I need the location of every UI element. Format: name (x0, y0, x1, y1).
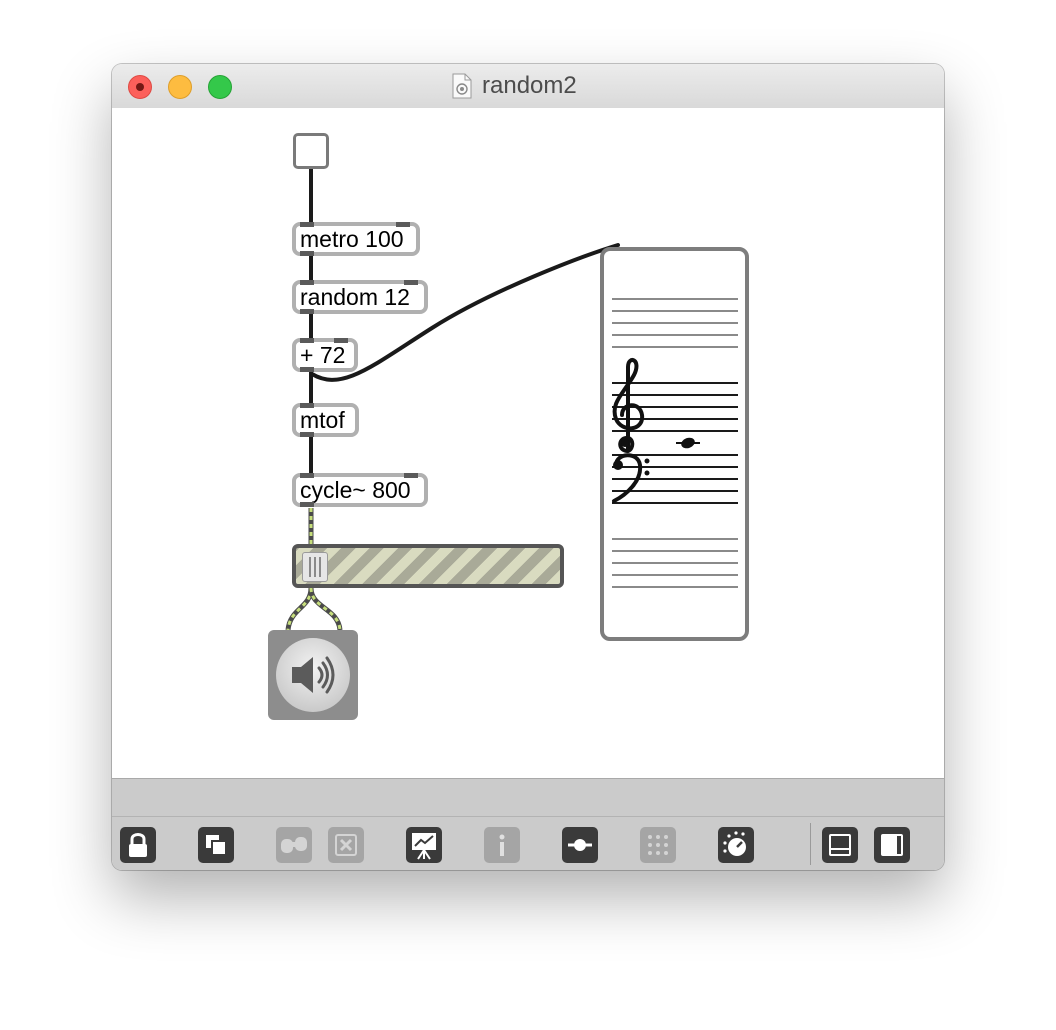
mtof-inlet[interactable] (300, 403, 314, 408)
toggle-right-panel-button[interactable] (874, 827, 910, 863)
patcher-document-icon (452, 73, 472, 99)
right-panel-icon (881, 834, 903, 856)
plus-object[interactable]: + 72 (292, 338, 358, 372)
whole-note-icon (676, 437, 700, 449)
plus-outlet[interactable] (300, 367, 314, 372)
ledger-guide-lines-lower (612, 538, 738, 588)
lock-button[interactable] (120, 827, 156, 863)
grid-icon (648, 835, 668, 855)
cycle-object[interactable]: cycle~ 800 (292, 473, 428, 507)
toggle-box[interactable] (293, 133, 329, 169)
window-title: random2 (482, 72, 577, 99)
ledger-guide-lines-upper (612, 298, 738, 348)
random-right-inlet[interactable] (404, 280, 418, 285)
status-bar (112, 778, 944, 817)
random-object-text: random 12 (300, 284, 410, 310)
close-box-icon (335, 834, 357, 856)
dial-icon (723, 831, 746, 856)
inspector-button[interactable] (484, 827, 520, 863)
bottom-panel-icon (829, 834, 851, 856)
speaker-icon (292, 656, 335, 694)
random-inlet[interactable] (300, 280, 314, 285)
ezdac-button[interactable] (268, 630, 358, 720)
easel-presentation-icon (412, 833, 436, 860)
gain-slider[interactable] (292, 544, 564, 588)
patcher-canvas[interactable]: metro 100 random 12 + 72 mtof cycle~ 800 (112, 108, 944, 778)
title-bar[interactable]: random2 (112, 64, 944, 109)
plus-inlet[interactable] (300, 338, 314, 343)
cycle-object-text: cycle~ 800 (300, 477, 411, 503)
nslider-staff[interactable] (600, 247, 749, 641)
plus-object-text: + 72 (300, 342, 346, 368)
zoom-window-button[interactable] (208, 75, 232, 99)
presentation-layers-icon (206, 835, 227, 856)
close-window-button[interactable] (128, 75, 152, 99)
cycle-outlet[interactable] (300, 502, 314, 507)
cycle-inlet[interactable] (300, 473, 314, 478)
object-palette-button[interactable] (562, 827, 598, 863)
grid-button[interactable] (640, 827, 676, 863)
lock-icon (129, 833, 147, 857)
random-outlet[interactable] (300, 309, 314, 314)
presentation-mode-button[interactable] (198, 827, 234, 863)
gain-slider-handle[interactable] (302, 552, 328, 582)
toggle-bottom-panel-button[interactable] (822, 827, 858, 863)
metro-right-inlet[interactable] (396, 222, 410, 227)
patcher-window: random2 metro 100 random 12 + 72 mtof cy… (112, 64, 944, 870)
binoculars-icon (281, 837, 307, 853)
mtof-object-text: mtof (300, 407, 345, 433)
treble-clef-icon (612, 358, 645, 453)
clear-button[interactable] (328, 827, 364, 863)
plus-right-inlet[interactable] (334, 338, 348, 343)
present-button[interactable] (406, 827, 442, 863)
bass-staff (612, 454, 738, 504)
patcher-toolbar (112, 816, 944, 870)
toolbar-separator (810, 823, 811, 865)
info-icon (499, 834, 505, 856)
mtof-outlet[interactable] (300, 432, 314, 437)
find-button[interactable] (276, 827, 312, 863)
metro-outlet[interactable] (300, 251, 314, 256)
metro-object-text: metro 100 (300, 226, 404, 252)
mtof-object[interactable]: mtof (292, 403, 359, 437)
minimize-window-button[interactable] (168, 75, 192, 99)
patch-cords (285, 167, 620, 631)
cycle-right-inlet[interactable] (404, 473, 418, 478)
audio-settings-button[interactable] (718, 827, 754, 863)
random-object[interactable]: random 12 (292, 280, 428, 314)
metro-inlet[interactable] (300, 222, 314, 227)
metro-object[interactable]: metro 100 (292, 222, 420, 256)
slider-icon (568, 839, 592, 851)
